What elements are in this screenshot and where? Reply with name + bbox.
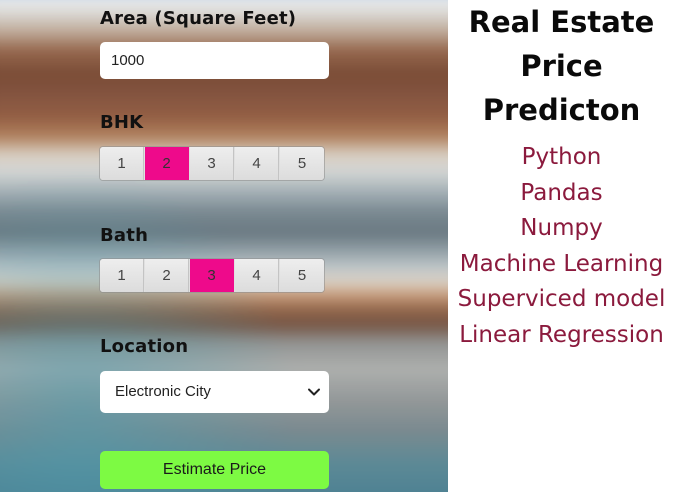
tech-item: Machine Learning [459,250,664,277]
bath-selector: 1 2 3 4 5 [100,259,324,292]
tech-item: Linear Regression [459,321,664,348]
bhk-option-1[interactable]: 1 [100,147,144,180]
page-title: Real Estate Price Predicton [448,0,675,132]
tech-item: Pandas [520,179,603,206]
location-label: Location [100,336,189,357]
tech-item: Numpy [520,215,603,241]
bath-label: Bath [100,225,149,246]
bath-option-3[interactable]: 3 [190,259,234,292]
bhk-label: BHK [100,112,144,133]
area-input[interactable] [100,42,329,79]
chevron-down-icon [308,388,320,396]
title-line: Predicton [482,93,641,127]
bhk-option-3[interactable]: 3 [190,147,234,180]
bath-option-1[interactable]: 1 [100,259,144,292]
title-line: Price [520,49,603,83]
bhk-option-4[interactable]: 4 [235,147,279,180]
bath-option-4[interactable]: 4 [235,259,279,292]
bhk-option-5[interactable]: 5 [280,147,324,180]
tech-item: Superviced model [457,286,666,312]
location-selected-value: Electronic City [115,383,211,400]
bath-option-2[interactable]: 2 [145,259,189,292]
bhk-selector: 1 2 3 4 5 [100,147,324,180]
bath-option-5[interactable]: 5 [280,259,324,292]
estimate-price-button[interactable]: Estimate Price [100,451,329,489]
bhk-option-2[interactable]: 2 [145,147,189,180]
area-label: Area (Square Feet) [100,8,297,29]
title-line: Real Estate [468,5,655,39]
location-select[interactable]: Electronic City [100,371,329,413]
tech-list: Python Pandas Numpy Machine Learning Sup… [448,140,675,353]
tech-item: Python [521,144,602,170]
